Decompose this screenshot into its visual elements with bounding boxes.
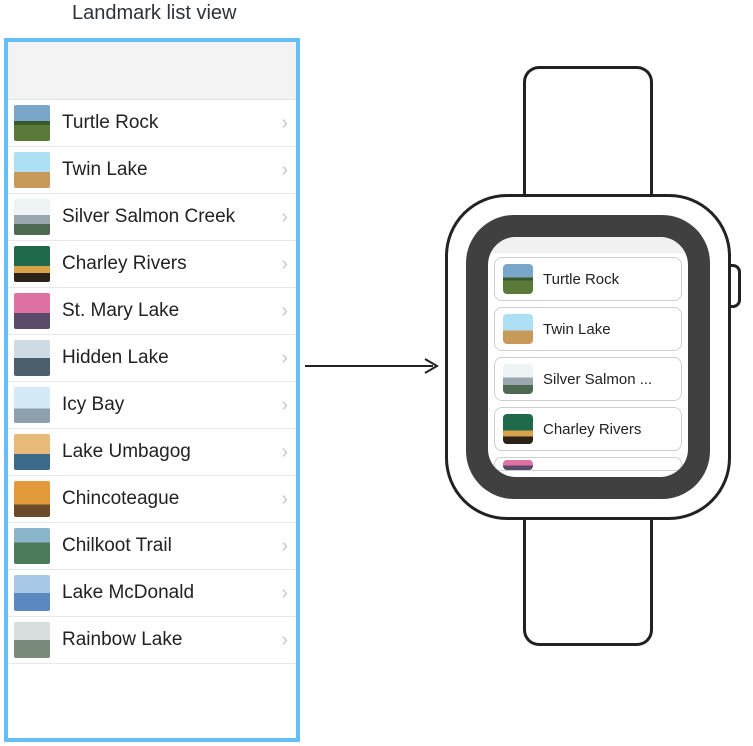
landmark-name: Twin Lake bbox=[62, 159, 281, 181]
list-item[interactable]: Charley Rivers bbox=[494, 407, 682, 451]
list-item[interactable]: Silver Salmon Creek› bbox=[8, 194, 296, 241]
landmark-thumb bbox=[14, 387, 50, 423]
chevron-right-icon: › bbox=[281, 207, 288, 227]
watch-band-top bbox=[523, 66, 653, 206]
landmark-name: Turtle Rock bbox=[62, 112, 281, 134]
chevron-right-icon: › bbox=[281, 160, 288, 180]
landmark-thumb bbox=[14, 340, 50, 376]
chevron-right-icon: › bbox=[281, 583, 288, 603]
landmark-thumb bbox=[14, 434, 50, 470]
landmark-name: Rainbow Lake bbox=[62, 629, 281, 651]
landmark-name: Twin Lake bbox=[543, 321, 611, 338]
landmark-name: Charley Rivers bbox=[543, 421, 641, 438]
landmark-thumb bbox=[14, 199, 50, 235]
list-item[interactable]: Twin Lake› bbox=[8, 147, 296, 194]
watch-band-bottom bbox=[523, 506, 653, 646]
list-item[interactable]: Lake Umbagog› bbox=[8, 429, 296, 476]
landmark-thumb bbox=[14, 481, 50, 517]
list-item[interactable]: Lake McDonald› bbox=[8, 570, 296, 617]
list-item[interactable]: Hidden Lake› bbox=[8, 335, 296, 382]
landmark-name: St. Mary Lake bbox=[62, 300, 281, 322]
chevron-right-icon: › bbox=[281, 536, 288, 556]
landmark-thumb bbox=[503, 314, 533, 344]
landmark-name: Silver Salmon Creek bbox=[62, 206, 281, 228]
watch-case: Turtle Rock Twin Lake Silver Salmon ... Cha… bbox=[445, 194, 731, 520]
landmark-thumb bbox=[14, 152, 50, 188]
landmark-thumb bbox=[14, 575, 50, 611]
landmark-thumb bbox=[503, 460, 533, 470]
landmark-name: Lake Umbagog bbox=[62, 441, 281, 463]
landmark-thumb bbox=[14, 528, 50, 564]
chevron-right-icon: › bbox=[281, 442, 288, 462]
chevron-right-icon: › bbox=[281, 254, 288, 274]
watch-bezel: Turtle Rock Twin Lake Silver Salmon ... Cha… bbox=[466, 215, 710, 499]
list-item[interactable]: Twin Lake bbox=[494, 307, 682, 351]
list-item[interactable]: Icy Bay› bbox=[8, 382, 296, 429]
landmark-name: Silver Salmon ... bbox=[543, 371, 652, 388]
list-item[interactable]: Turtle Rock bbox=[494, 257, 682, 301]
landmark-name: Chincoteague bbox=[62, 488, 281, 510]
list-item[interactable]: Charley Rivers› bbox=[8, 241, 296, 288]
chevron-right-icon: › bbox=[281, 489, 288, 509]
phone-nav-bar bbox=[8, 42, 296, 100]
chevron-right-icon: › bbox=[281, 113, 288, 133]
chevron-right-icon: › bbox=[281, 301, 288, 321]
landmark-name: Icy Bay bbox=[62, 394, 281, 416]
list-item[interactable]: Chincoteague› bbox=[8, 476, 296, 523]
chevron-right-icon: › bbox=[281, 348, 288, 368]
watch-screen[interactable]: Turtle Rock Twin Lake Silver Salmon ... Cha… bbox=[488, 237, 688, 477]
landmark-name: Turtle Rock bbox=[543, 271, 619, 288]
landmark-thumb bbox=[14, 246, 50, 282]
landmark-list[interactable]: Turtle Rock›Twin Lake›Silver Salmon Cree… bbox=[8, 100, 296, 664]
list-item[interactable]: Chilkoot Trail› bbox=[8, 523, 296, 570]
landmark-thumb bbox=[503, 264, 533, 294]
list-item[interactable]: Silver Salmon ... bbox=[494, 357, 682, 401]
landmark-name: Charley Rivers bbox=[62, 253, 281, 275]
phone-frame: Turtle Rock›Twin Lake›Silver Salmon Cree… bbox=[4, 38, 300, 742]
landmark-thumb bbox=[14, 105, 50, 141]
landmark-thumb bbox=[14, 622, 50, 658]
watch-status-bar bbox=[488, 237, 688, 253]
landmark-thumb bbox=[503, 414, 533, 444]
diagram-title: Landmark list view bbox=[72, 2, 237, 25]
landmark-thumb bbox=[503, 364, 533, 394]
list-item[interactable]: St. Mary Lake› bbox=[8, 288, 296, 335]
landmark-name: Hidden Lake bbox=[62, 347, 281, 369]
list-item[interactable] bbox=[494, 457, 682, 471]
arrow-icon bbox=[305, 356, 445, 376]
chevron-right-icon: › bbox=[281, 395, 288, 415]
watch-landmark-list[interactable]: Turtle Rock Twin Lake Silver Salmon ... Cha… bbox=[488, 253, 688, 477]
chevron-right-icon: › bbox=[281, 630, 288, 650]
watch-device: Turtle Rock Twin Lake Silver Salmon ... Cha… bbox=[445, 78, 745, 638]
landmark-thumb bbox=[14, 293, 50, 329]
landmark-name: Lake McDonald bbox=[62, 582, 281, 604]
list-item[interactable]: Rainbow Lake› bbox=[8, 617, 296, 664]
landmark-name: Chilkoot Trail bbox=[62, 535, 281, 557]
list-item[interactable]: Turtle Rock› bbox=[8, 100, 296, 147]
